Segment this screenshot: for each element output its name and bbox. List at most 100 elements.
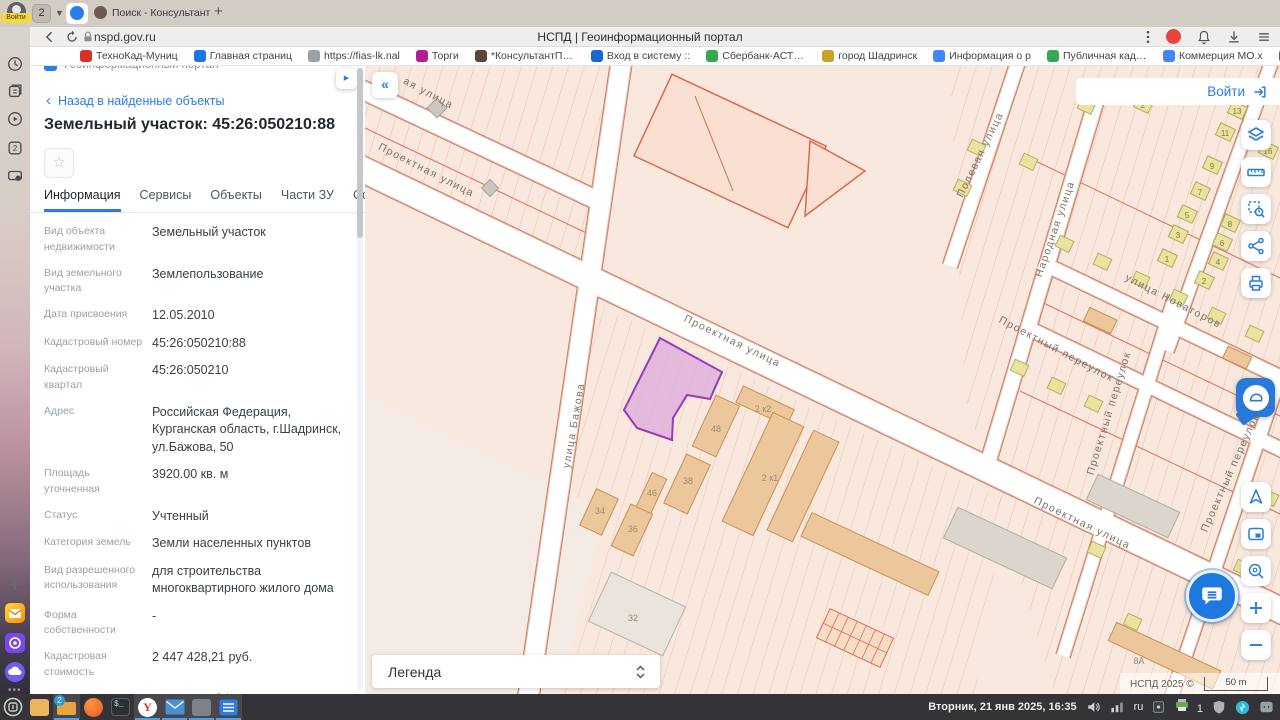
volume-icon[interactable] [1086,700,1101,714]
panel-tab-части зу[interactable]: Части ЗУ [281,188,334,212]
taskbar-clock[interactable]: Вторник, 21 янв 2025, 16:35 [928,701,1076,713]
profile-login-badge[interactable]: Войти [1,13,31,23]
print-button[interactable] [1241,268,1271,298]
panel-tab-сервисы[interactable]: Сервисы [140,188,192,212]
zoom-out-icon [1250,644,1262,646]
bookmark-item[interactable]: https://fias-lk.nal [308,50,400,62]
history-icon[interactable] [6,55,24,73]
panel-scrollbar[interactable] [357,68,363,690]
overview-map-button[interactable] [1241,519,1271,549]
telemost-icon[interactable] [5,633,25,653]
overview-map-icon [1248,527,1264,541]
more-dots-icon[interactable] [1140,29,1156,45]
bookmark-item[interactable]: *КонсультантПлю [474,50,575,62]
browser-tab-strip: Войти 2 ▼ Поиск - КонсультантПлю + [0,0,1280,27]
taskbar-app-settings[interactable] [188,694,215,720]
geolocation-button[interactable] [1241,482,1271,512]
taskbar-app-yandex-browser[interactable]: Y [134,694,161,720]
sync-app-icon[interactable] [1235,700,1250,715]
network-icon[interactable] [1110,700,1125,714]
tab-consultant[interactable]: Поиск - КонсультантПлю [94,4,210,23]
bookmark-item[interactable]: Торги [415,50,459,62]
download-icon[interactable] [1226,29,1242,45]
scrollbar-thumb[interactable] [357,68,363,238]
chevron-left-icon: ‹ [46,92,51,109]
chevron-down-icon[interactable]: ▼ [55,8,64,18]
chat-button[interactable] [1186,570,1238,622]
assistant-balloon-button[interactable] [1236,378,1275,417]
map-canvas[interactable]: 48 2 к2 38 46 34 36 2 к1 32 8А 2 13 11 16 9 7 5 3 8 6 1 4 2 а… [365,66,1280,694]
info-row: Категория земель Земли населенных пунктов [44,535,356,553]
tab-counter-button[interactable]: 2 [32,4,51,23]
bookmark-item[interactable]: Сбербанк-АСТ - З [706,50,806,62]
info-label: Вид разрешенного использования [44,563,136,592]
desktop-screen: Войти 2 ▼ Поиск - КонсультантПлю + nspd.… [0,0,1280,720]
site-header-clipped: Геоинформационный портал [44,66,344,74]
taskbar-app-browser2[interactable] [80,694,107,720]
tabs-scroll-right-button[interactable]: ▶ [336,68,357,89]
house-number: 32 [628,613,638,623]
account-avatar[interactable] [1166,29,1181,44]
tabs-panel-icon[interactable]: 2 [6,139,24,157]
login-bar[interactable]: Войти [1076,78,1280,105]
legend-label: Легенда [388,663,442,680]
taskbar-app-files[interactable]: 2 [53,694,80,720]
bookmark-item[interactable]: город Шадринск [822,50,917,62]
info-row: Кадастровый квартал 45:26:050210 [44,362,356,394]
collections-icon[interactable] [6,82,24,100]
taskbar-app-notes[interactable] [26,694,53,720]
bookmark-item[interactable]: ТехноКад-Муниц [80,50,178,62]
ruler-button[interactable] [1241,157,1271,187]
start-menu-button[interactable] [0,694,26,720]
shield-icon[interactable] [1212,700,1226,714]
panel-tab-информация[interactable]: Информация [44,188,121,212]
zoom-out-button[interactable] [1241,630,1271,660]
taskbar-app-mail[interactable] [161,694,188,720]
share-button[interactable] [1241,231,1271,261]
zoom-in-button[interactable] [1241,593,1271,623]
back-to-results-link[interactable]: ‹ Назад в найденные объекты [46,92,224,109]
panel-tab-объекты[interactable]: Объекты [210,188,262,212]
bookmark-item[interactable]: Публичная кадас [1046,50,1147,62]
add-panel-icon[interactable] [6,575,24,593]
reload-icon[interactable] [64,29,80,45]
screencast-icon[interactable] [6,167,24,185]
bell-icon[interactable] [1196,29,1212,45]
area-search-button[interactable] [1241,194,1271,224]
bookmark-item[interactable]: Коммерция МО.x [1162,50,1263,62]
bookmark-label: город Шадринск [838,50,918,62]
back-icon[interactable] [42,29,58,45]
info-row: Вид земельного участка Землепользование [44,266,356,298]
info-label: Площадь уточненная [44,467,100,495]
bookmarks-bar: ТехноКад-Муниц Главная страниц https://fia… [0,47,1280,66]
bookmark-item[interactable]: Вход в систему :: [590,50,690,62]
address-search-button[interactable] [1241,556,1271,586]
bookmark-favicon [706,50,719,62]
tab-nspd-active[interactable] [66,3,88,24]
disk-cloud-icon[interactable] [5,662,25,682]
layers-button[interactable] [1241,120,1271,150]
taskbar-app-terminal[interactable]: $_ [107,694,134,720]
bookmark-item[interactable]: Информация о р [933,50,1031,62]
bookmark-label: *КонсультантПлю [490,50,575,62]
house-number: 8А [1133,656,1144,666]
wolf-app-icon[interactable] [1259,700,1274,714]
bookmark-favicon [1046,50,1059,62]
address-bar[interactable]: nspd.gov.ru [94,30,156,44]
keyboard-layout[interactable]: ru [1134,701,1144,713]
bookmark-favicon [822,50,835,62]
yandex-mail-icon[interactable] [5,603,25,623]
favorite-star-button[interactable]: ☆ [44,148,74,178]
svg-text:2: 2 [13,144,18,153]
battery-icon[interactable] [1152,700,1165,714]
bookmark-item[interactable]: Главная страниц [193,50,292,62]
taskbar-app-document[interactable] [215,694,242,720]
menu-icon[interactable] [1256,29,1272,45]
panel-collapse-button[interactable]: « [372,72,398,98]
new-tab-button[interactable]: + [214,3,223,20]
bookmark-favicon [1162,50,1175,62]
printer-tray-icon[interactable]: 1 [1174,698,1203,717]
legend-bar[interactable]: Легенда [372,655,660,688]
cadastral-map[interactable]: 482 к2384634362 к1328А21311169753861 42 а… [365,66,1280,694]
video-icon[interactable] [6,110,24,128]
